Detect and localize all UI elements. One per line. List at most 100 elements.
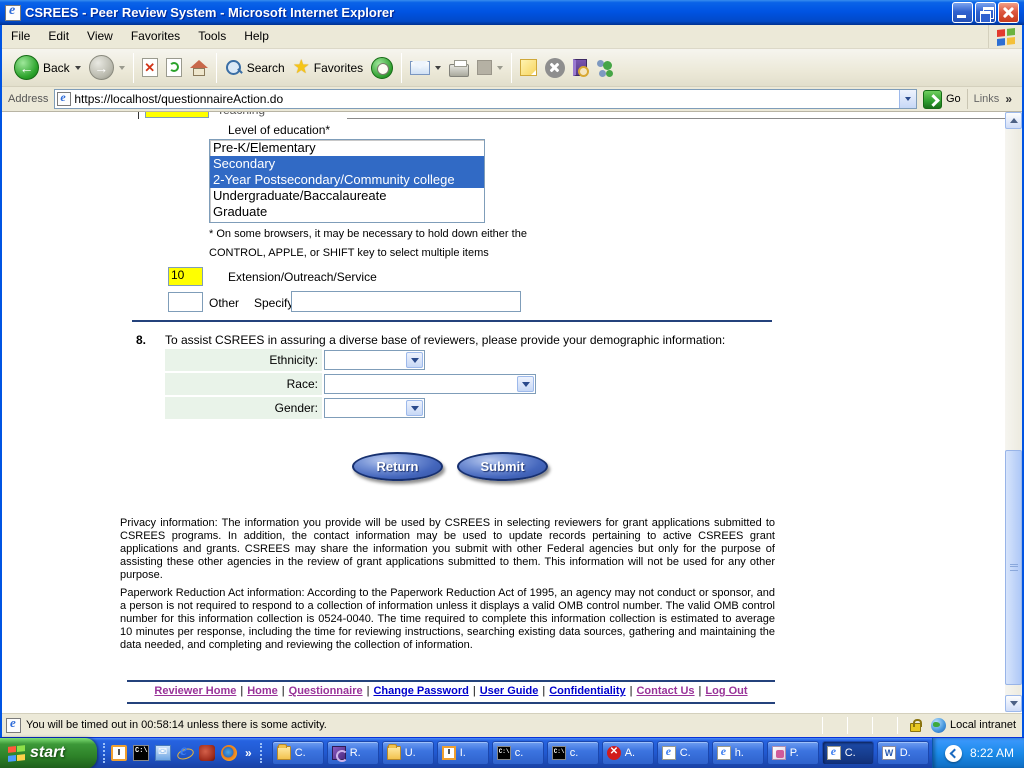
quick-launch-grip[interactable] [103, 743, 105, 763]
race-select[interactable] [324, 374, 536, 394]
discuss-button[interactable] [516, 51, 541, 85]
chevron-down-icon[interactable] [517, 376, 534, 392]
taskbar-task-3[interactable]: U. [382, 741, 434, 765]
submit-button[interactable]: Submit [457, 452, 548, 481]
address-url[interactable]: https://localhost/questionnaireAction.do [74, 92, 283, 106]
dragon-icon[interactable] [199, 745, 215, 761]
teaching-input[interactable] [145, 112, 209, 118]
firefox-icon[interactable] [221, 745, 237, 761]
footer-link-questionnaire[interactable]: Questionnaire [289, 685, 363, 697]
favorites-button[interactable]: ★ Favorites [289, 51, 367, 85]
paperwork-text: Paperwork Reduction Act information: Acc… [120, 587, 775, 652]
edit-icon [477, 60, 492, 75]
taskbar-task-6[interactable]: c. [547, 741, 599, 765]
research-button[interactable] [569, 51, 591, 85]
chevron-down-icon[interactable] [406, 352, 423, 368]
menu-tools[interactable]: Tools [189, 25, 235, 48]
refresh-button[interactable] [162, 51, 186, 85]
footer-link-home[interactable]: Home [247, 685, 278, 697]
education-option-2-year-postsecondary-community-college[interactable]: 2-Year Postsecondary/Community college [210, 172, 484, 188]
mail-button[interactable] [406, 51, 445, 85]
start-button[interactable]: start [0, 738, 97, 768]
taskbar-task-9[interactable]: h. [712, 741, 764, 765]
menu-help[interactable]: Help [235, 25, 278, 48]
task-label: D. [900, 747, 911, 759]
restore-icon [980, 7, 993, 20]
education-option-graduate[interactable]: Graduate [210, 204, 484, 220]
quick-launch-overflow-icon[interactable]: » [243, 746, 254, 760]
vertical-scrollbar[interactable] [1005, 112, 1022, 712]
close-button[interactable] [998, 2, 1019, 23]
ethnicity-select[interactable] [324, 350, 425, 370]
gender-select[interactable] [324, 398, 425, 418]
edit-dropdown-icon[interactable] [497, 66, 503, 70]
outlook-icon[interactable] [155, 745, 171, 761]
footer-link-separator: | [282, 685, 285, 697]
return-button[interactable]: Return [352, 452, 443, 481]
task-label: c. [515, 747, 524, 759]
footer-link-reviewer-home[interactable]: Reviewer Home [154, 685, 236, 697]
lock-icon [910, 723, 921, 732]
footer-link-change-password[interactable]: Change Password [373, 685, 468, 697]
cmd-icon[interactable] [133, 745, 149, 761]
discuss-note-icon [520, 59, 537, 76]
menu-edit[interactable]: Edit [39, 25, 78, 48]
search-button[interactable]: Search [221, 51, 289, 85]
race-value [325, 375, 327, 389]
taskbar-task-4[interactable]: I. [437, 741, 489, 765]
footer-link-confidentiality[interactable]: Confidentiality [549, 685, 625, 697]
address-dropdown-button[interactable] [899, 90, 916, 108]
scrollbar-thumb[interactable] [1005, 450, 1022, 685]
taskbar-task-8[interactable]: C. [657, 741, 709, 765]
menu-view[interactable]: View [78, 25, 122, 48]
extension-input[interactable]: 10 [168, 267, 203, 286]
back-label: Back [43, 61, 70, 75]
forward-button[interactable]: → [85, 51, 129, 85]
menu-favorites[interactable]: Favorites [122, 25, 189, 48]
minimize-button[interactable] [952, 2, 973, 23]
taskbar-task-10[interactable]: P. [767, 741, 819, 765]
chevron-down-icon[interactable] [406, 400, 423, 416]
links-chevron-icon[interactable]: » [1005, 92, 1012, 106]
mail-dropdown-icon[interactable] [435, 66, 441, 70]
ie-icon[interactable] [177, 745, 193, 761]
scroll-up-button[interactable] [1005, 112, 1022, 129]
menu-file[interactable]: File [2, 25, 39, 48]
taskbar-task-1[interactable]: C. [272, 741, 324, 765]
tray-collapse-icon[interactable] [945, 745, 962, 762]
footer-link-log-out[interactable]: Log Out [705, 685, 747, 697]
taskbar-task-5[interactable]: c. [492, 741, 544, 765]
forward-dropdown-icon[interactable] [119, 66, 125, 70]
taskbar-task-11[interactable]: C. [822, 741, 874, 765]
links-toolbar[interactable]: Links » [967, 89, 1018, 109]
footer-link-contact-us[interactable]: Contact Us [636, 685, 694, 697]
taskbar-task-7[interactable]: A. [602, 741, 654, 765]
messenger-stop-button[interactable] [541, 51, 569, 85]
taskbar-task-12[interactable]: D. [877, 741, 929, 765]
taskbar-task-2[interactable]: R. [327, 741, 379, 765]
education-option-secondary[interactable]: Secondary [210, 156, 484, 172]
education-listbox[interactable]: Pre-K/ElementarySecondary2-Year Postseco… [209, 139, 485, 223]
messenger-button[interactable] [591, 51, 619, 85]
screen: CSREES - Peer Review System - Microsoft … [0, 0, 1024, 768]
education-option-pre-k-elementary[interactable]: Pre-K/Elementary [210, 140, 484, 156]
other-input[interactable] [168, 292, 203, 312]
scroll-down-button[interactable] [1005, 695, 1022, 712]
address-input[interactable]: https://localhost/questionnaireAction.do [54, 89, 917, 109]
footer-link-user-guide[interactable]: User Guide [480, 685, 539, 697]
print-button[interactable] [445, 51, 473, 85]
restore-button[interactable] [975, 2, 996, 23]
quick-launch: » [97, 743, 268, 763]
footer-links: Reviewer Home|Home|Questionnaire|Change … [127, 685, 775, 697]
specify-input[interactable] [291, 291, 521, 312]
history-button[interactable] [367, 51, 397, 85]
edit-button[interactable] [473, 51, 507, 85]
taskband-grip[interactable] [260, 743, 262, 763]
education-option-undergraduate-baccalaureate[interactable]: Undergraduate/Baccalaureate [210, 188, 484, 204]
go-button[interactable]: Go [917, 90, 967, 109]
back-dropdown-icon[interactable] [75, 66, 81, 70]
back-button[interactable]: ← Back [10, 51, 85, 85]
stop-button[interactable]: ✕ [138, 51, 162, 85]
home-button[interactable] [186, 51, 212, 85]
clock-icon[interactable] [111, 745, 127, 761]
